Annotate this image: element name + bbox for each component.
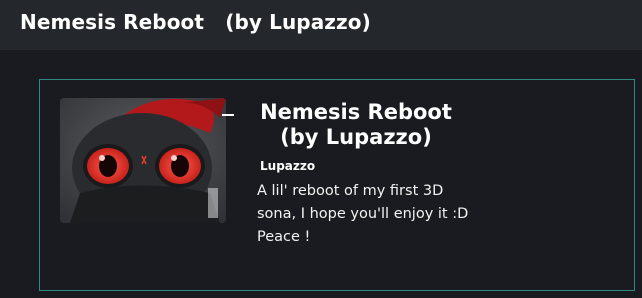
avatar-card[interactable]: Nemesis Reboot (by Lupazzo) Lupazzo A li… bbox=[39, 79, 635, 291]
avatar-thumbnail[interactable] bbox=[60, 98, 226, 223]
minus-icon bbox=[222, 114, 234, 116]
avatar-info: Nemesis Reboot (by Lupazzo) Lupazzo A li… bbox=[257, 100, 497, 249]
page-title: Nemesis Reboot (by Lupazzo) bbox=[20, 10, 371, 34]
top-bar: Nemesis Reboot (by Lupazzo) bbox=[0, 0, 642, 50]
avatar-thumbnail-image bbox=[60, 98, 226, 223]
avatar-title[interactable]: Nemesis Reboot (by Lupazzo) bbox=[257, 100, 455, 150]
author-name[interactable]: Lupazzo bbox=[260, 159, 497, 173]
avatar-description: A lil' reboot of my first 3D sona, I hop… bbox=[257, 183, 469, 245]
